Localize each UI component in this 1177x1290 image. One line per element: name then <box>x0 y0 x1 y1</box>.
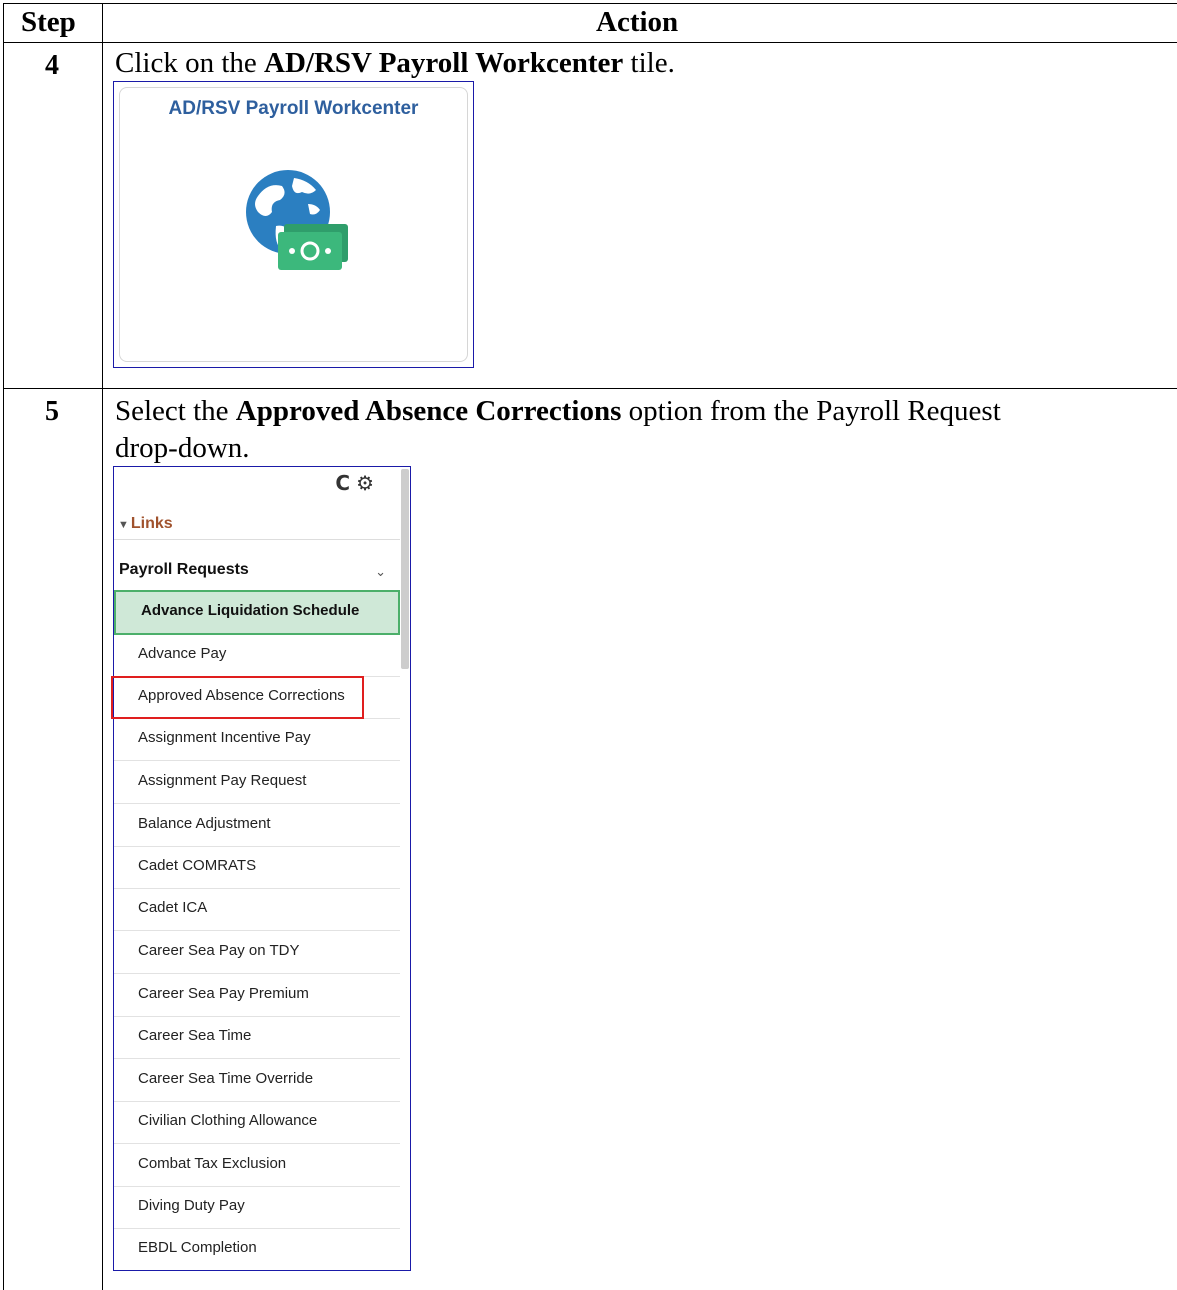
panel-content: C ⚙ ▼ Links Payroll Requests ⌄ Advance Liq… <box>114 467 400 1270</box>
list-item[interactable]: EBDL Completion <box>114 1229 400 1270</box>
list-item[interactable]: Assignment Pay Request <box>114 762 400 804</box>
step-number-5: 5 <box>45 396 59 427</box>
refresh-icon[interactable]: C <box>335 471 350 495</box>
list-item[interactable]: Career Sea Pay on TDY <box>114 932 400 974</box>
chevron-down-icon: ⌄ <box>375 565 386 580</box>
selected-item[interactable]: Advance Liquidation Schedule <box>114 590 400 635</box>
header-action: Action <box>596 6 679 38</box>
step5-instruction-line1: Select the Approved Absence Corrections … <box>115 395 1001 427</box>
scrollbar[interactable] <box>401 469 409 669</box>
list-item[interactable]: Cadet ICA <box>114 889 400 931</box>
header-bottom-border <box>3 42 1177 43</box>
links-section-header[interactable]: ▼ Links <box>114 507 400 540</box>
list-item[interactable]: Career Sea Time <box>114 1017 400 1059</box>
step-number-4: 4 <box>45 50 59 81</box>
list-item[interactable]: Cadet COMRATS <box>114 847 400 889</box>
list-item[interactable]: Combat Tax Exclusion <box>114 1145 400 1187</box>
list-item[interactable]: Civilian Clothing Allowance <box>114 1102 400 1144</box>
list-item[interactable]: Career Sea Time Override <box>114 1060 400 1102</box>
column-divider <box>102 3 103 1290</box>
links-label: ▼ Links <box>118 515 173 532</box>
step4-instruction: Click on the AD/RSV Payroll Workcenter t… <box>115 47 675 79</box>
list-item[interactable]: Career Sea Pay Premium <box>114 975 400 1017</box>
list-item[interactable]: Diving Duty Pay <box>114 1187 400 1229</box>
highlight-box <box>111 676 364 719</box>
table-left-border <box>3 3 4 1290</box>
gear-icon[interactable]: ⚙ <box>356 471 374 495</box>
step5-instruction-line2: drop-down. <box>115 432 250 464</box>
caret-down-icon: ▼ <box>118 519 129 531</box>
payroll-workcenter-tile[interactable]: AD/RSV Payroll Workcenter <box>119 87 468 362</box>
document-page: Step Action 4 Click on the AD/RSV Payrol… <box>0 0 1177 1290</box>
row-divider <box>3 388 1177 389</box>
panel-toolbar: C ⚙ <box>335 471 374 495</box>
payroll-requests-dropdown[interactable]: Payroll Requests ⌄ <box>114 553 400 589</box>
payroll-requests-panel: C ⚙ ▼ Links Payroll Requests ⌄ Advance Liq… <box>113 466 411 1271</box>
list-item[interactable]: Balance Adjustment <box>114 805 400 847</box>
header-step: Step <box>21 6 76 38</box>
tile-title: AD/RSV Payroll Workcenter <box>168 98 419 119</box>
payroll-requests-label: Payroll Requests <box>119 561 249 578</box>
list-item[interactable]: Advance Pay <box>114 635 400 677</box>
globe-money-icon <box>246 170 348 270</box>
table-top-border <box>3 3 1177 4</box>
list-item[interactable]: Assignment Incentive Pay <box>114 719 400 761</box>
